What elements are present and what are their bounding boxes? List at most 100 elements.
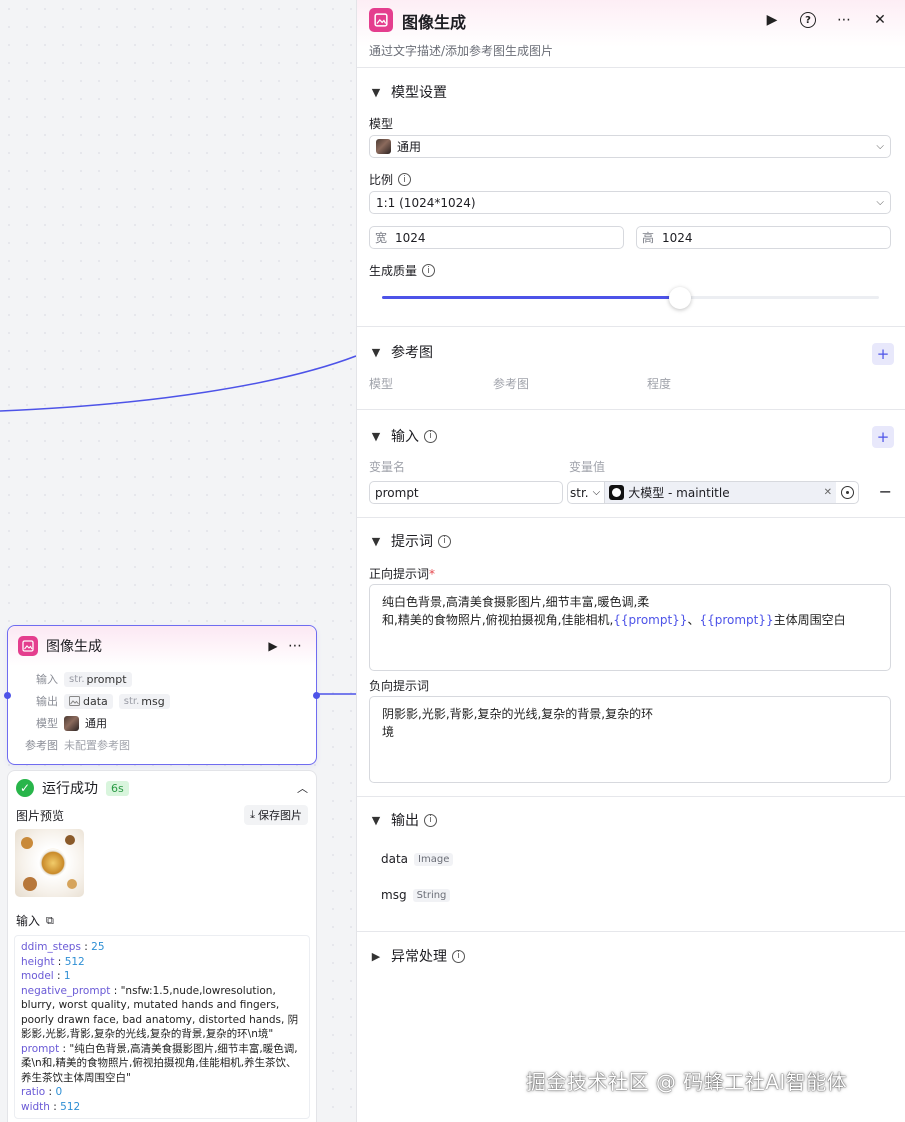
width-field[interactable]: 宽 1024 bbox=[369, 226, 624, 249]
param-separator: : bbox=[80, 941, 92, 953]
run-input-label-row: 输入 ⧉ bbox=[16, 912, 54, 929]
prompt-header[interactable]: ▼ 提示词 i bbox=[369, 531, 451, 551]
positive-line-2: 和,精美的食物照片,俯视拍摄视角,佳能相机,{{prompt}}、{{promp… bbox=[382, 611, 878, 629]
tag-value: msg bbox=[141, 694, 165, 708]
section-title: 参考图 bbox=[391, 345, 433, 361]
param-value: 25 bbox=[91, 941, 105, 953]
param-row: ratio : 0 bbox=[21, 1085, 303, 1100]
model-label: 模型 bbox=[369, 117, 394, 131]
positive-label-text: 正向提示词 bbox=[369, 567, 430, 581]
run-node-icon[interactable]: ▶ bbox=[262, 635, 284, 657]
param-key: width bbox=[21, 1100, 50, 1113]
node-output-port[interactable] bbox=[313, 692, 320, 699]
col-var-name: 变量名 bbox=[369, 460, 406, 474]
info-icon[interactable]: i bbox=[422, 264, 436, 277]
node-config-panel: 图像生成 通过文字描述/添加参考图生成图片 ▶ ? ⋯ ✕ ▼ 模型设置 模型 … bbox=[356, 0, 905, 1122]
param-row: model : 1 bbox=[21, 969, 303, 984]
info-icon[interactable]: i bbox=[438, 534, 451, 548]
var-source-chip[interactable]: 大模型 - maintitle ✕ bbox=[605, 482, 836, 503]
negative-prompt-label: 负向提示词 bbox=[369, 679, 430, 693]
run-result-header[interactable]: ✓ 运行成功 6s ︿ bbox=[8, 771, 316, 805]
node-input-port[interactable] bbox=[4, 692, 11, 699]
param-separator: : bbox=[59, 1042, 70, 1055]
node-header: 图像生成 ▶ ⋯ bbox=[8, 626, 316, 666]
save-image-label: 保存图片 bbox=[258, 809, 302, 822]
param-row: ddim_steps : 25 bbox=[21, 940, 303, 955]
negative-line-1: 阴影影,光影,背影,复杂的光线,复杂的背景,复杂的环 bbox=[382, 707, 654, 721]
image-gen-node[interactable]: 图像生成 ▶ ⋯ 输入 str. prompt 输出 data str. msg 模… bbox=[4, 625, 320, 765]
ref-col-model: 模型 bbox=[369, 377, 394, 391]
var-name-input[interactable]: prompt bbox=[369, 481, 563, 504]
info-icon[interactable]: i bbox=[424, 813, 437, 827]
reference-header[interactable]: ▼ 参考图 bbox=[369, 342, 433, 362]
node-input-row: 输入 str. prompt bbox=[8, 668, 316, 690]
node-title: 图像生成 bbox=[46, 639, 102, 655]
chevron-down-icon: ⌵ bbox=[876, 141, 884, 152]
param-row: height : 512 bbox=[21, 955, 303, 970]
ratio-label-row: 比例 i bbox=[369, 171, 412, 188]
error-handling-header[interactable]: ▶ 异常处理 i bbox=[369, 946, 465, 966]
height-prefix: 高 bbox=[642, 231, 655, 245]
negative-line-2: 境 bbox=[382, 725, 395, 739]
height-field[interactable]: 高 1024 bbox=[636, 226, 891, 249]
image-preview-thumbnail[interactable] bbox=[15, 829, 84, 897]
node-ref-label: 参考图 bbox=[25, 739, 58, 752]
model-select[interactable]: 通用 ⌵ bbox=[369, 135, 891, 158]
node-more-icon[interactable]: ⋯ bbox=[284, 635, 306, 657]
target-icon[interactable] bbox=[836, 486, 858, 499]
copy-icon[interactable]: ⧉ bbox=[46, 914, 54, 928]
negative-prompt-textarea[interactable]: 阴影影,光影,背影,复杂的光线,复杂的背景,复杂的环 境 bbox=[369, 696, 891, 783]
node-input-label: 输入 bbox=[36, 673, 58, 686]
close-icon[interactable]: ✕ bbox=[869, 9, 891, 31]
var-name-value: prompt bbox=[375, 485, 419, 500]
param-key: prompt bbox=[21, 1042, 60, 1055]
node-model-label: 模型 bbox=[36, 717, 58, 730]
height-value: 1024 bbox=[662, 230, 693, 245]
width-prefix: 宽 bbox=[375, 231, 388, 245]
chevron-down-icon: ⌵ bbox=[592, 487, 601, 498]
chevron-down-icon: ⌵ bbox=[876, 197, 884, 208]
input-section: ▼ 输入 i + 变量名 变量值 prompt str. ⌵ 大模型 - mai… bbox=[357, 410, 905, 518]
param-separator: : bbox=[54, 955, 65, 968]
run-icon[interactable]: ▶ bbox=[761, 9, 783, 31]
add-reference-button[interactable]: + bbox=[872, 343, 894, 365]
output-item: data Image bbox=[381, 852, 454, 866]
quality-slider[interactable] bbox=[382, 287, 879, 309]
chevron-down-icon: ▼ bbox=[371, 345, 381, 359]
output-header[interactable]: ▼ 输出 i bbox=[369, 810, 437, 830]
node-ref-row: 参考图 未配置参考图 bbox=[8, 734, 316, 756]
image-gen-icon bbox=[18, 636, 38, 656]
clear-icon[interactable]: ✕ bbox=[824, 487, 832, 498]
param-separator: : bbox=[49, 1100, 61, 1113]
save-image-button[interactable]: ⤓ 保存图片 bbox=[244, 805, 308, 825]
remove-input-icon[interactable]: − bbox=[879, 482, 892, 501]
run-result-panel: ✓ 运行成功 6s ︿ 图片预览 ⤓ 保存图片 输入 ⧉ ddim_steps :… bbox=[7, 770, 317, 1122]
image-type-icon bbox=[69, 696, 80, 706]
more-icon[interactable]: ⋯ bbox=[833, 9, 855, 31]
model-settings-header[interactable]: ▼ 模型设置 bbox=[369, 82, 447, 102]
type-prefix: str. bbox=[69, 673, 85, 685]
var-value-field[interactable]: str. ⌵ 大模型 - maintitle ✕ bbox=[567, 481, 859, 504]
output-type: String bbox=[412, 888, 451, 902]
prompt-section: ▼ 提示词 i 正向提示词* 纯白色背景,高清美食摄影图片,细节丰富,暖色调,柔… bbox=[357, 518, 905, 797]
image-gen-icon bbox=[369, 8, 393, 32]
ratio-select[interactable]: 1:1 (1024*1024) ⌵ bbox=[369, 191, 891, 214]
add-input-button[interactable]: + bbox=[872, 426, 894, 448]
run-duration-badge: 6s bbox=[106, 780, 129, 796]
output-item: msg String bbox=[381, 888, 451, 902]
node-ref-value: 未配置参考图 bbox=[64, 739, 130, 752]
var-type-select[interactable]: str. ⌵ bbox=[568, 482, 606, 503]
quality-label-row: 生成质量 i bbox=[369, 262, 436, 279]
help-icon[interactable]: ? bbox=[797, 9, 819, 31]
collapse-chevron-icon[interactable]: ︿ bbox=[297, 780, 308, 796]
input-header[interactable]: ▼ 输入 i bbox=[369, 426, 437, 446]
info-icon[interactable]: i bbox=[452, 949, 465, 963]
positive-prompt-textarea[interactable]: 纯白色背景,高清美食摄影图片,细节丰富,暖色调,柔 和,精美的食物照片,俯视拍摄… bbox=[369, 584, 891, 671]
quality-label: 生成质量 bbox=[369, 264, 418, 278]
param-row: width : 512 bbox=[21, 1100, 303, 1115]
info-icon[interactable]: i bbox=[398, 173, 412, 186]
section-title: 模型设置 bbox=[391, 85, 447, 101]
positive-prompt-label: 正向提示词* bbox=[369, 565, 435, 582]
info-icon[interactable]: i bbox=[424, 429, 437, 443]
param-value: 512 bbox=[60, 1100, 81, 1113]
